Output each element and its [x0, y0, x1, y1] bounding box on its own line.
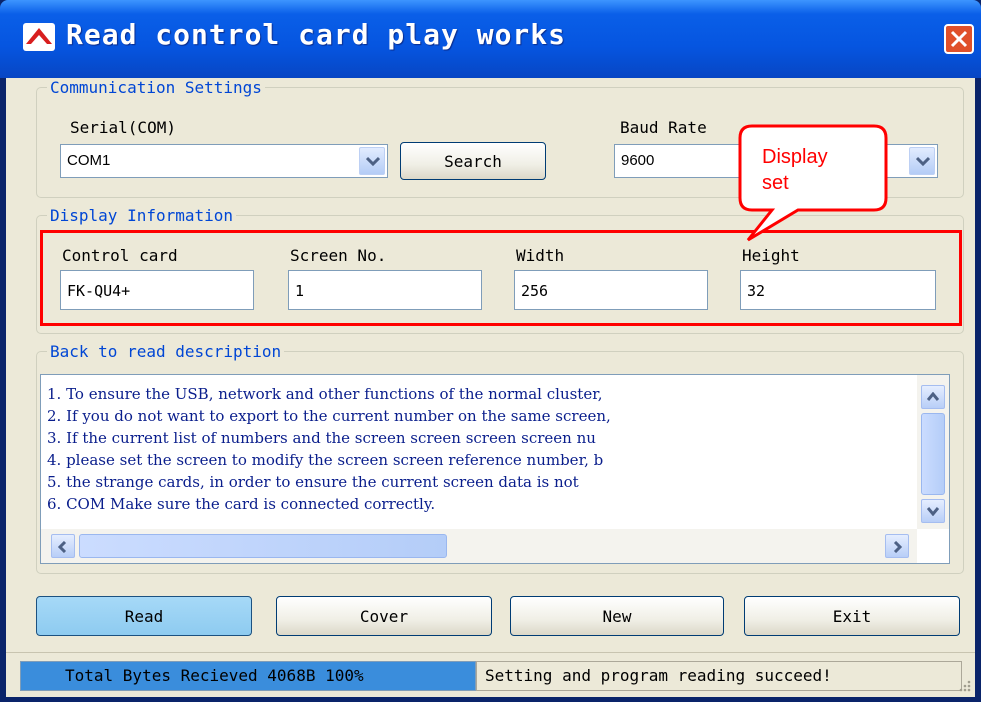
list-item: 4. please set the screen to modify the s…	[47, 451, 604, 469]
progress-pane: Total Bytes Recieved 4068B 100%	[20, 661, 476, 691]
new-button[interactable]: New	[510, 596, 724, 636]
close-button[interactable]	[944, 24, 974, 54]
cover-button-label: Cover	[359, 607, 409, 626]
exit-button-label: Exit	[832, 607, 872, 626]
cover-button[interactable]: Cover	[276, 596, 492, 636]
new-button-label: New	[602, 607, 632, 626]
search-button[interactable]: Search	[400, 142, 546, 180]
callout-line-2: set	[762, 172, 789, 194]
list-item: 3. If the current list of numbers and th…	[47, 429, 596, 447]
chevron-down-icon	[916, 156, 930, 166]
search-button-label: Search	[444, 152, 502, 171]
chevron-right-icon	[893, 541, 903, 553]
display-information-legend: Display Information	[50, 206, 234, 225]
chevron-up-icon	[927, 392, 939, 401]
scroll-right-button[interactable]	[885, 534, 909, 558]
chevron-left-icon	[57, 541, 67, 553]
list-item: 2. If you do not want to export to the c…	[47, 407, 611, 425]
message-pane: Setting and program reading succeed!	[476, 661, 962, 691]
app-window: Read control card play works Communicati…	[0, 0, 981, 702]
scroll-down-button[interactable]	[921, 499, 945, 523]
window-title: Read control card play works	[66, 18, 567, 51]
serial-label: Serial(COM)	[70, 118, 176, 137]
vertical-scrollbar[interactable]	[917, 375, 949, 529]
read-button-label: Read	[124, 607, 164, 626]
horizontal-scroll-thumb[interactable]	[79, 534, 447, 558]
callout-line-1: Display	[762, 146, 828, 168]
description-listbox[interactable]: 1. To ensure the USB, network and other …	[40, 374, 950, 564]
serial-combo[interactable]: COM1	[60, 144, 388, 178]
serial-dropdown-button[interactable]	[359, 147, 385, 175]
callout-text: Display set	[762, 144, 872, 196]
app-icon	[22, 22, 56, 52]
list-item: 1. To ensure the USB, network and other …	[47, 385, 603, 403]
close-icon	[950, 30, 968, 48]
scroll-left-button[interactable]	[51, 534, 75, 558]
horizontal-scrollbar[interactable]	[41, 529, 917, 563]
scroll-up-button[interactable]	[921, 385, 945, 409]
read-button[interactable]: Read	[36, 596, 252, 636]
resize-grip-icon[interactable]	[956, 677, 972, 693]
chevron-down-icon	[927, 507, 939, 516]
status-bar: Total Bytes Recieved 4068B 100% Setting …	[6, 652, 975, 697]
baud-rate-label: Baud Rate	[620, 118, 707, 137]
progress-text: Total Bytes Recieved 4068B 100%	[65, 666, 364, 685]
chevron-down-icon	[366, 156, 380, 166]
serial-value: COM1	[67, 152, 111, 169]
vertical-scroll-thumb[interactable]	[921, 413, 945, 495]
communication-settings-legend: Communication Settings	[50, 78, 262, 97]
description-legend: Back to read description	[50, 342, 282, 361]
status-message: Setting and program reading succeed!	[485, 666, 832, 685]
list-item: 5. the strange cards, in order to ensure…	[47, 473, 579, 491]
baud-rate-value: 9600	[621, 152, 655, 169]
baud-rate-dropdown-button[interactable]	[909, 147, 935, 175]
list-item: 6. COM Make sure the card is connected c…	[47, 495, 436, 513]
title-bar[interactable]: Read control card play works	[0, 0, 981, 78]
exit-button[interactable]: Exit	[744, 596, 960, 636]
